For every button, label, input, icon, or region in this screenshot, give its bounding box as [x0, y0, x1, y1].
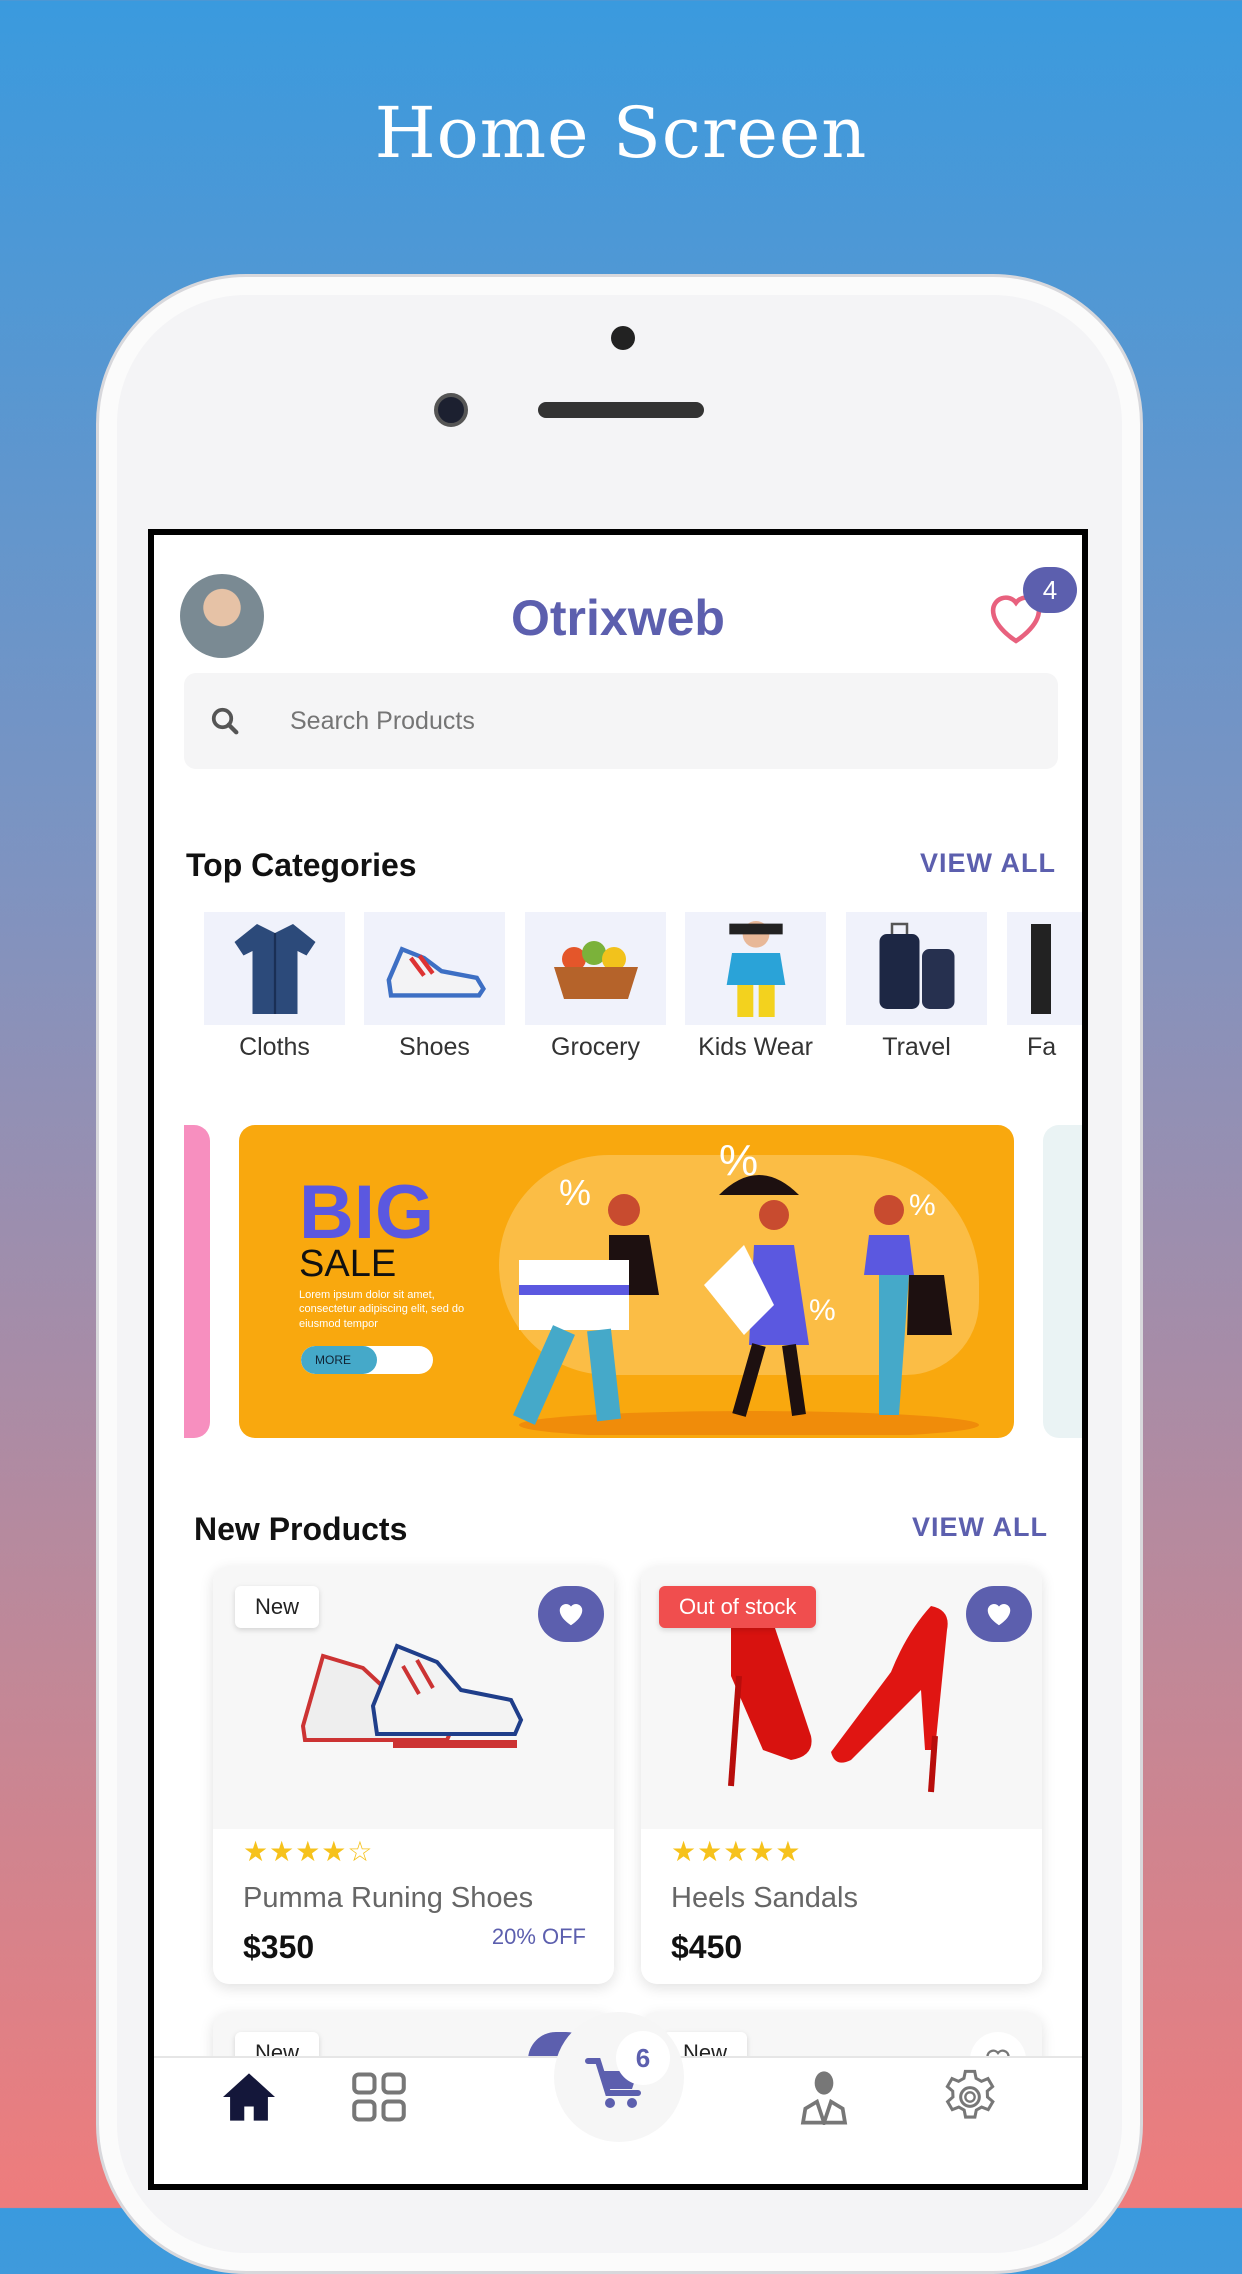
front-camera [434, 393, 468, 427]
search-input[interactable] [290, 706, 990, 736]
category-shoes[interactable]: Shoes [364, 912, 505, 1062]
top-categories-heading: Top Categories [186, 847, 417, 883]
sneaker-icon [386, 945, 486, 998]
brand-title: Otrixweb [511, 590, 725, 646]
heart-icon [559, 1604, 583, 1626]
category-label: Travel [882, 1033, 951, 1061]
user-icon [800, 2071, 848, 2125]
basket-icon [553, 940, 638, 999]
rating-stars: ★★★★★ [671, 1836, 802, 1867]
nav-home[interactable] [209, 2057, 289, 2137]
svg-text:%: % [559, 1172, 591, 1213]
nav-profile[interactable] [784, 2057, 864, 2137]
category-partial[interactable]: Fa [1007, 912, 1082, 1062]
category-label: Kids Wear [698, 1033, 813, 1061]
product-name: Heels Sandals [671, 1882, 858, 1914]
heart-icon [987, 1604, 1011, 1626]
app-screen: Otrixweb 4 Top Categories VIEW ALL Cloth… [148, 529, 1088, 2190]
running-shoes-image [300, 1643, 524, 1748]
categories-view-all-link[interactable]: VIEW ALL [920, 848, 1056, 879]
nav-settings[interactable] [930, 2057, 1010, 2137]
search-bar[interactable] [184, 673, 1058, 769]
nav-categories[interactable] [339, 2057, 419, 2137]
banner-more-label: MORE [301, 1346, 377, 1374]
product-image: New [213, 1566, 614, 1829]
svg-text:%: % [809, 1294, 836, 1327]
banner-peek-left[interactable] [184, 1125, 210, 1438]
page-title: Home Screen [374, 92, 868, 174]
banner-peek-right[interactable] [1043, 1125, 1082, 1438]
product-card[interactable]: New ★★★★☆ Pumma Runing Shoes $350 20% OF… [213, 1566, 614, 1984]
new-badge: New [235, 1586, 320, 1628]
speaker [538, 402, 704, 418]
category-label: Cloths [239, 1033, 310, 1061]
product-price: $450 [671, 1929, 743, 1965]
favorite-button[interactable] [966, 1586, 1032, 1642]
category-grocery[interactable]: Grocery [525, 912, 666, 1062]
category-cloths[interactable]: Cloths [204, 912, 345, 1062]
luggage-icon [879, 922, 954, 1009]
shoppers-illustration: %%%% [513, 1136, 979, 1435]
new-products-heading: New Products [194, 1511, 408, 1547]
search-icon [211, 707, 239, 735]
wishlist-count-badge: 4 [1023, 567, 1077, 613]
front-sensor [611, 326, 635, 350]
category-label: Shoes [399, 1033, 470, 1061]
product-name: Pumma Runing Shoes [243, 1882, 534, 1914]
product-image: Out of stock [641, 1566, 1042, 1829]
banner-more-button[interactable]: MORE [301, 1346, 433, 1374]
banner-text: Lorem ipsum dolor sit amet, consectetur … [299, 1289, 465, 1330]
category-travel[interactable]: Travel [846, 912, 987, 1062]
gear-icon [945, 2069, 995, 2119]
home-icon [223, 2073, 275, 2121]
new-products-view-all-link[interactable]: VIEW ALL [912, 1512, 1048, 1543]
shirt-icon [234, 923, 315, 1014]
kid-icon [726, 920, 785, 1017]
svg-text:%: % [909, 1189, 936, 1222]
cart-count-badge: 6 [616, 2031, 670, 2085]
grid-icon [352, 2072, 406, 2122]
favorite-button[interactable] [538, 1586, 604, 1642]
banner-sale: SALE [299, 1243, 397, 1285]
product-card[interactable]: Out of stock ★★★★★ Heels Sandals $450 [641, 1566, 1042, 1984]
big-sale-banner[interactable]: BIG SALE Lorem ipsum dolor sit amet, con… [239, 1125, 1014, 1438]
category-label: Fa [1027, 1033, 1057, 1061]
rating-stars: ★★★★☆ [243, 1836, 374, 1867]
out-of-stock-badge: Out of stock [659, 1586, 817, 1628]
category-kids-wear[interactable]: Kids Wear [685, 912, 826, 1062]
banner-big: BIG [299, 1170, 435, 1255]
category-label: Grocery [551, 1033, 640, 1061]
discount-label: 20% OFF [491, 1924, 586, 1949]
